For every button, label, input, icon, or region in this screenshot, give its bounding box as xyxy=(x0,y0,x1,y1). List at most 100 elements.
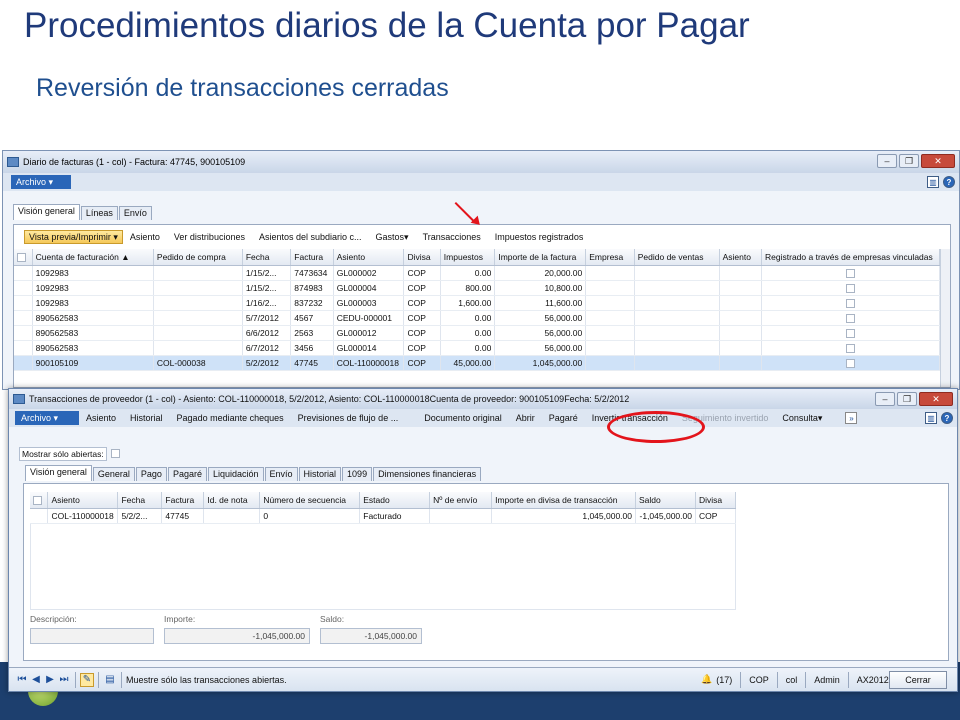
help-icon[interactable]: ? xyxy=(941,412,953,424)
registrado-checkbox[interactable] xyxy=(761,325,940,341)
menu-pagare[interactable]: Pagaré xyxy=(542,413,585,423)
restore-button[interactable]: ❐ xyxy=(899,154,919,168)
table-cell: 45,000.00 xyxy=(440,355,496,371)
registrado-checkbox[interactable] xyxy=(761,310,940,326)
select-all-checkbox[interactable] xyxy=(30,492,49,509)
impuestos-registrados-button[interactable]: Impuestos registrados xyxy=(488,232,591,242)
table-row[interactable]: 890562583 6/6/2012 2563 GL000012 COP 0.00 56,0… xyxy=(14,325,940,341)
select-all-checkbox[interactable] xyxy=(14,249,33,266)
col-fecha[interactable]: Fecha xyxy=(117,492,163,509)
col-divisa[interactable]: Divisa xyxy=(403,249,441,266)
tab-envio[interactable]: Envío xyxy=(118,206,152,220)
table-row[interactable]: 900105109 COL-000038 5/2/2012 47745 COL-1100… xyxy=(14,355,940,371)
tab-pagare[interactable]: Pagaré xyxy=(167,467,207,481)
table-cell: 1,045,000.00 xyxy=(494,355,587,371)
gastos-button[interactable]: Gastos▾ xyxy=(369,232,416,243)
col-id-nota[interactable]: Id. de nota xyxy=(203,492,261,509)
restore-button[interactable]: ❐ xyxy=(897,392,917,406)
layout-icon[interactable]: ▥ xyxy=(927,176,939,188)
menu-pagado-cheques[interactable]: Pagado mediante cheques xyxy=(170,413,291,423)
next-record-icon[interactable]: ▶ xyxy=(43,673,57,687)
table-row[interactable]: 890562583 5/7/2012 4567 CEDU-000001 COP 0.00 5… xyxy=(14,310,940,326)
vista-previa-button[interactable]: Vista previa/Imprimir ▾ xyxy=(24,230,123,244)
col-factura[interactable]: Factura xyxy=(161,492,205,509)
registrado-checkbox[interactable] xyxy=(761,265,940,281)
tab-dimensiones[interactable]: Dimensiones financieras xyxy=(373,467,482,481)
descripcion-field[interactable] xyxy=(30,628,154,644)
registrado-checkbox[interactable] xyxy=(761,355,940,371)
help-icon[interactable]: ? xyxy=(943,176,955,188)
col-numero-secuencia[interactable]: Número de secuencia xyxy=(259,492,361,509)
tab-lineas[interactable]: Líneas xyxy=(80,206,118,220)
col-asiento-2[interactable]: Asiento xyxy=(719,249,763,266)
col-pedido-ventas[interactable]: Pedido de ventas xyxy=(634,249,720,266)
table-cell xyxy=(634,325,720,341)
vertical-scrollbar[interactable] xyxy=(940,249,950,387)
col-divisa[interactable]: Divisa xyxy=(695,492,737,509)
edit-icon[interactable]: ✎ xyxy=(80,672,94,687)
close-button[interactable]: ✕ xyxy=(919,392,953,406)
col-estado[interactable]: Estado xyxy=(359,492,431,509)
registrado-checkbox[interactable] xyxy=(761,280,940,296)
asientos-subdiario-button[interactable]: Asientos del subdiario c... xyxy=(252,232,369,242)
saldo-field[interactable]: -1,045,000.00 xyxy=(320,628,422,644)
ver-distribuciones-button[interactable]: Ver distribuciones xyxy=(167,232,252,242)
row-cell xyxy=(14,325,33,341)
menu-asiento[interactable]: Asiento xyxy=(79,413,123,423)
tab-liquidacion[interactable]: Liquidación xyxy=(207,467,264,481)
table-row[interactable]: 890562583 6/7/2012 3456 GL000014 COP 0.00 56,0… xyxy=(14,340,940,356)
col-empresa[interactable]: Empresa xyxy=(585,249,635,266)
tab-historial[interactable]: Historial xyxy=(298,467,342,481)
col-factura[interactable]: Factura xyxy=(290,249,334,266)
col-saldo[interactable]: Saldo xyxy=(635,492,696,509)
minimize-button[interactable]: – xyxy=(875,392,895,406)
tab-vision-general[interactable]: Visión general xyxy=(25,465,92,481)
last-record-icon[interactable]: ⏭ xyxy=(57,673,71,687)
minimize-button[interactable]: – xyxy=(877,154,897,168)
descripcion-label: Descripción: xyxy=(30,614,77,624)
menu-consulta[interactable]: Consulta▾ xyxy=(775,413,829,424)
col-asiento[interactable]: Asiento xyxy=(47,492,119,509)
tab-envio[interactable]: Envío xyxy=(264,467,298,481)
col-cuenta-facturacion[interactable]: Cuenta de facturación ▲ xyxy=(32,249,154,266)
tab-pago[interactable]: Pago xyxy=(135,467,167,481)
attachment-icon[interactable]: ▤ xyxy=(103,673,117,687)
table-row[interactable]: 1092983 1/15/2... 874983 GL000004 COP 800.00 1… xyxy=(14,280,940,296)
cerrar-button[interactable]: Cerrar xyxy=(889,671,947,689)
col-pedido-compra[interactable]: Pedido de compra xyxy=(153,249,243,266)
mostrar-abiertas-checkbox[interactable] xyxy=(111,449,120,458)
col-importe-factura[interactable]: Importe de la factura xyxy=(494,249,587,266)
previous-record-icon[interactable]: ◀ xyxy=(29,673,43,687)
first-record-icon[interactable]: ⏮ xyxy=(15,673,29,687)
archivo-menu[interactable]: Archivo ▾ xyxy=(15,411,79,425)
tab-vision-general[interactable]: Visión general xyxy=(13,204,80,220)
table-cell xyxy=(585,310,635,326)
col-importe-divisa[interactable]: Importe en divisa de transacción xyxy=(491,492,636,509)
archivo-menu[interactable]: Archivo ▾ xyxy=(11,175,71,189)
layout-icon[interactable]: ▥ xyxy=(925,412,937,424)
menu-historial[interactable]: Historial xyxy=(123,413,170,423)
menu-previsiones[interactable]: Previsiones de flujo de ... xyxy=(291,413,406,423)
notification-bell-icon[interactable]: 🔔 xyxy=(701,674,712,685)
close-button[interactable]: ✕ xyxy=(921,154,955,168)
transacciones-button[interactable]: Transacciones xyxy=(416,232,488,242)
col-asiento[interactable]: Asiento xyxy=(333,249,405,266)
registrado-checkbox[interactable] xyxy=(761,295,940,311)
col-impuestos[interactable]: Impuestos xyxy=(440,249,496,266)
table-cell xyxy=(153,280,243,296)
table-row[interactable]: 1092983 1/15/2... 7473634 GL000002 COP 0.00 20… xyxy=(14,265,940,281)
col-numero-envio[interactable]: Nº de envío xyxy=(429,492,493,509)
tab-general[interactable]: General xyxy=(92,467,135,481)
table-cell: GL000003 xyxy=(333,295,405,311)
menu-abrir[interactable]: Abrir xyxy=(509,413,542,423)
menu-documento-original[interactable]: Documento original xyxy=(417,413,509,423)
table-row[interactable]: COL-110000018 5/2/2... 47745 0 Facturado 1,04… xyxy=(30,508,737,524)
tab-1099[interactable]: 1099 xyxy=(342,467,373,481)
importe-field[interactable]: -1,045,000.00 xyxy=(164,628,310,644)
col-registrado[interactable]: Registrado a través de empresas vinculad… xyxy=(761,249,940,266)
asiento-button[interactable]: Asiento xyxy=(123,232,167,242)
more-menu-button[interactable]: » xyxy=(845,412,858,424)
registrado-checkbox[interactable] xyxy=(761,340,940,356)
table-row[interactable]: 1092983 1/16/2... 837232 GL000003 COP 1,600.0… xyxy=(14,295,940,311)
col-fecha[interactable]: Fecha xyxy=(242,249,292,266)
